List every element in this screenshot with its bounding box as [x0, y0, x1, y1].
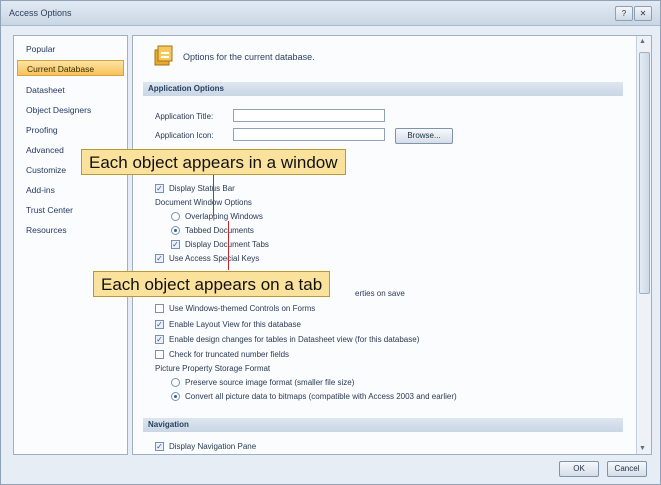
sidebar-item-popular[interactable]: Popular: [17, 41, 124, 57]
design-changes-checkbox[interactable]: ✓: [155, 335, 164, 344]
themed-controls-label: Use Windows-themed Controls on Forms: [169, 304, 316, 313]
use-access-special-keys-checkbox[interactable]: ✓: [155, 254, 164, 263]
design-changes-label: Enable design changes for tables in Data…: [169, 335, 420, 344]
database-icon: [154, 45, 173, 66]
tabbed-documents-radio[interactable]: [171, 226, 180, 235]
picture-storage-label: Picture Property Storage Format: [155, 364, 271, 373]
display-status-bar-checkbox[interactable]: ✓: [155, 184, 164, 193]
section-application-options: Application Options: [143, 82, 623, 96]
scrollbar-thumb[interactable]: [639, 52, 650, 294]
tab-mode-callout: Each object appears on a tab: [93, 271, 331, 297]
application-title-input[interactable]: [233, 109, 385, 122]
overlapping-windows-radio[interactable]: [171, 212, 180, 221]
ok-button[interactable]: OK: [559, 461, 599, 477]
display-navigation-pane-label: Display Navigation Pane: [169, 442, 257, 451]
window-title: Access Options: [9, 8, 72, 18]
sidebar-item-trust-center[interactable]: Trust Center: [17, 202, 124, 218]
options-sidebar: Popular Current Database Datasheet Objec…: [13, 35, 128, 455]
scroll-down-arrow-icon[interactable]: ▼: [639, 445, 646, 452]
compact-on-close-label: erties on save: [355, 289, 405, 298]
sidebar-item-current-database[interactable]: Current Database: [17, 60, 124, 76]
overlapping-windows-label: Overlapping Windows: [185, 212, 263, 221]
scroll-up-arrow-icon[interactable]: ▲: [639, 38, 646, 45]
sidebar-item-add-ins[interactable]: Add-ins: [17, 182, 124, 198]
sidebar-item-datasheet[interactable]: Datasheet: [17, 82, 124, 98]
access-options-window: Access Options ? ✕ Popular Current Datab…: [0, 0, 661, 485]
display-document-tabs-label: Display Document Tabs: [185, 240, 269, 249]
display-navigation-pane-checkbox[interactable]: ✓: [155, 442, 164, 451]
content-scrollbar[interactable]: ▲ ▼: [636, 36, 651, 454]
cancel-button[interactable]: Cancel: [607, 461, 647, 477]
themed-controls-checkbox[interactable]: [155, 304, 164, 313]
section-navigation: Navigation: [143, 418, 623, 432]
convert-bitmaps-label: Convert all picture data to bitmaps (com…: [185, 392, 457, 401]
tabbed-documents-label: Tabbed Documents: [185, 226, 254, 235]
close-button[interactable]: ✕: [634, 6, 652, 21]
display-document-tabs-checkbox[interactable]: ✓: [171, 240, 180, 249]
preserve-format-radio[interactable]: [171, 378, 180, 387]
application-title-label: Application Title:: [155, 112, 214, 121]
layout-view-label: Enable Layout View for this database: [169, 320, 301, 329]
window-callout-pointer: [213, 175, 214, 216]
truncated-fields-label: Check for truncated number fields: [169, 350, 290, 359]
tab-callout-pointer: [228, 221, 229, 270]
application-icon-input[interactable]: [233, 128, 385, 141]
sidebar-item-object-designers[interactable]: Object Designers: [17, 102, 124, 118]
sidebar-item-proofing[interactable]: Proofing: [17, 122, 124, 138]
convert-bitmaps-radio[interactable]: [171, 392, 180, 401]
options-content-pane: Options for the current database. Applic…: [132, 35, 652, 455]
use-access-special-keys-label: Use Access Special Keys: [169, 254, 260, 263]
truncated-fields-checkbox[interactable]: [155, 350, 164, 359]
document-window-options-label: Document Window Options: [155, 198, 252, 207]
application-icon-label: Application Icon:: [155, 131, 214, 140]
browse-button[interactable]: Browse...: [395, 128, 453, 144]
pane-header-text: Options for the current database.: [183, 52, 315, 62]
window-mode-callout: Each object appears in a window: [81, 149, 346, 175]
layout-view-checkbox[interactable]: ✓: [155, 320, 164, 329]
display-status-bar-label: Display Status Bar: [169, 184, 235, 193]
help-button[interactable]: ?: [615, 6, 633, 21]
title-bar: Access Options ? ✕: [1, 1, 660, 26]
preserve-format-label: Preserve source image format (smaller fi…: [185, 378, 355, 387]
sidebar-item-resources[interactable]: Resources: [17, 222, 124, 238]
